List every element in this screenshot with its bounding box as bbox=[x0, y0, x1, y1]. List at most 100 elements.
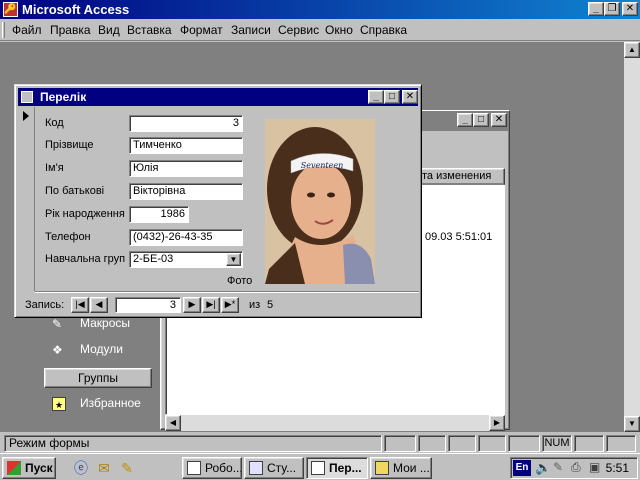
label-code: Код bbox=[45, 117, 64, 129]
task-label: Сту... bbox=[267, 461, 297, 475]
record-selector[interactable] bbox=[19, 107, 35, 291]
menu-records[interactable]: Записи bbox=[231, 23, 271, 37]
student-photo: Seventeen bbox=[265, 119, 375, 284]
new-record-button[interactable]: ▶* bbox=[221, 297, 239, 313]
menu-tools[interactable]: Сервис bbox=[278, 23, 319, 37]
scroll-left-arrow-icon[interactable]: ◀ bbox=[165, 415, 181, 431]
task-button-word[interactable]: Робо... bbox=[182, 457, 242, 479]
taskbar: Пуск ⓔ ✉ ✎ Робо... Сту... Пер... Мои ...… bbox=[0, 453, 640, 480]
db-maximize-button[interactable]: □ bbox=[473, 113, 489, 127]
word-document-icon bbox=[187, 461, 201, 475]
status-cell bbox=[508, 435, 540, 452]
volume-icon[interactable]: 🔈 bbox=[535, 460, 551, 476]
database-icon bbox=[249, 461, 263, 475]
input-name[interactable]: Юлія bbox=[129, 160, 243, 177]
display-icon[interactable]: ▣ bbox=[589, 460, 600, 474]
menu-edit[interactable]: Правка bbox=[50, 23, 91, 37]
restore-button[interactable]: ❐ bbox=[604, 2, 620, 16]
input-patronymic[interactable]: Вікторівна bbox=[129, 183, 243, 200]
record-total: 5 bbox=[267, 299, 274, 311]
status-cell bbox=[574, 435, 604, 452]
start-button[interactable]: Пуск bbox=[2, 457, 56, 479]
channels-icon[interactable]: ✎ bbox=[118, 459, 136, 477]
next-record-button[interactable]: ▶ bbox=[183, 297, 201, 313]
language-indicator[interactable]: En bbox=[513, 460, 531, 476]
first-record-button[interactable]: |◀ bbox=[71, 297, 89, 313]
db-horizontal-scrollbar[interactable]: ◀ ▶ bbox=[165, 415, 505, 431]
menu-view[interactable]: Вид bbox=[98, 23, 120, 37]
select-study-group[interactable]: 2-БЕ-03 ▼ bbox=[129, 251, 243, 268]
task-label: Пер... bbox=[329, 461, 362, 475]
db-minimize-button[interactable]: _ bbox=[457, 113, 473, 127]
printer-icon[interactable]: ⎙ bbox=[571, 460, 581, 475]
form-titlebar[interactable]: Перелік _ □ ✕ bbox=[18, 88, 418, 106]
object-macros[interactable]: ✎ Макросы bbox=[52, 316, 130, 331]
windows-logo-icon bbox=[7, 461, 21, 475]
menu-grip bbox=[2, 22, 5, 38]
task-label: Робо... bbox=[205, 461, 242, 475]
folder-icon bbox=[375, 461, 389, 475]
scroll-down-arrow-icon[interactable]: ▼ bbox=[624, 416, 640, 432]
num-lock-indicator: NUM bbox=[542, 435, 572, 452]
menu-help[interactable]: Справка bbox=[360, 23, 407, 37]
task-button-database[interactable]: Сту... bbox=[244, 457, 304, 479]
label-surname: Прізвище bbox=[45, 139, 94, 151]
form-divider bbox=[35, 291, 419, 293]
status-cell bbox=[418, 435, 446, 452]
record-navigation-bar: Запись: |◀ ◀ 3 ▶ ▶| ▶* из 5 bbox=[19, 297, 419, 315]
previous-record-button[interactable]: ◀ bbox=[90, 297, 108, 313]
input-surname[interactable]: Тимченко bbox=[129, 137, 243, 154]
form-minimize-button[interactable]: _ bbox=[368, 90, 384, 104]
menu-bar: Файл Правка Вид Вставка Формат Записи Се… bbox=[0, 19, 640, 41]
portrait-image: Seventeen bbox=[265, 119, 375, 284]
record-label: Запись: bbox=[25, 299, 65, 311]
access-key-icon: 🔑 bbox=[3, 2, 18, 17]
last-record-button[interactable]: ▶| bbox=[202, 297, 220, 313]
form-icon bbox=[21, 91, 33, 103]
menu-format[interactable]: Формат bbox=[180, 23, 223, 37]
menu-file[interactable]: Файл bbox=[12, 23, 42, 37]
db-close-button[interactable]: ✕ bbox=[491, 113, 507, 127]
scheduler-icon[interactable]: ✎ bbox=[553, 460, 563, 474]
system-tray: En 🔈 ✎ ⎙ ▣ 5:51 bbox=[510, 457, 638, 479]
start-label: Пуск bbox=[25, 461, 53, 475]
outlook-express-icon[interactable]: ✉ bbox=[95, 459, 113, 477]
macro-icon: ✎ bbox=[52, 316, 63, 331]
app-title: Microsoft Access bbox=[22, 2, 130, 17]
groups-button[interactable]: Группы bbox=[44, 368, 152, 388]
clock[interactable]: 5:51 bbox=[606, 461, 629, 475]
task-button-my-documents[interactable]: Мои ... bbox=[370, 457, 432, 479]
scroll-right-arrow-icon[interactable]: ▶ bbox=[489, 415, 505, 431]
select-study-group-value: 2-БЕ-03 bbox=[133, 253, 174, 265]
input-birth-year[interactable]: 1986 bbox=[129, 206, 189, 223]
status-cell bbox=[448, 435, 476, 452]
scroll-up-arrow-icon[interactable]: ▲ bbox=[624, 42, 640, 58]
input-phone[interactable]: (0432)-26-43-35 bbox=[129, 229, 243, 246]
chevron-down-icon[interactable]: ▼ bbox=[226, 253, 241, 266]
record-number-input[interactable]: 3 bbox=[115, 297, 181, 313]
workspace-vertical-scrollbar[interactable]: ▲ ▼ bbox=[624, 42, 640, 432]
object-modules[interactable]: ❖ Модули bbox=[52, 342, 123, 357]
modified-date-cell: 09.03 5:51:01 bbox=[425, 231, 493, 243]
column-header-modified[interactable]: та изменения bbox=[417, 168, 505, 185]
internet-explorer-icon[interactable]: ⓔ bbox=[72, 459, 90, 477]
close-button[interactable]: ✕ bbox=[622, 2, 638, 16]
module-icon: ❖ bbox=[52, 342, 63, 357]
app-title-bar[interactable]: 🔑 Microsoft Access _ ❐ ✕ bbox=[0, 0, 640, 19]
favorites-folder-icon: ★ bbox=[52, 396, 66, 411]
object-label: Макросы bbox=[80, 316, 131, 330]
input-code[interactable]: 3 bbox=[129, 115, 243, 132]
minimize-button[interactable]: _ bbox=[588, 2, 604, 16]
current-record-arrow-icon bbox=[23, 111, 29, 121]
form-maximize-button[interactable]: □ bbox=[384, 90, 400, 104]
task-label: Мои ... bbox=[393, 461, 430, 475]
form-close-button[interactable]: ✕ bbox=[402, 90, 418, 104]
headband-text: Seventeen bbox=[301, 161, 343, 170]
object-label: Избранное bbox=[80, 396, 141, 410]
object-favorites[interactable]: ★ Избранное bbox=[52, 396, 141, 411]
form-window: Перелік _ □ ✕ Код 3 Прізвище Тимченко Ім… bbox=[14, 84, 422, 318]
task-button-form[interactable]: Пер... bbox=[306, 457, 368, 479]
label-name: Ім'я bbox=[45, 162, 64, 174]
menu-insert[interactable]: Вставка bbox=[127, 23, 172, 37]
menu-window[interactable]: Окно bbox=[325, 23, 353, 37]
